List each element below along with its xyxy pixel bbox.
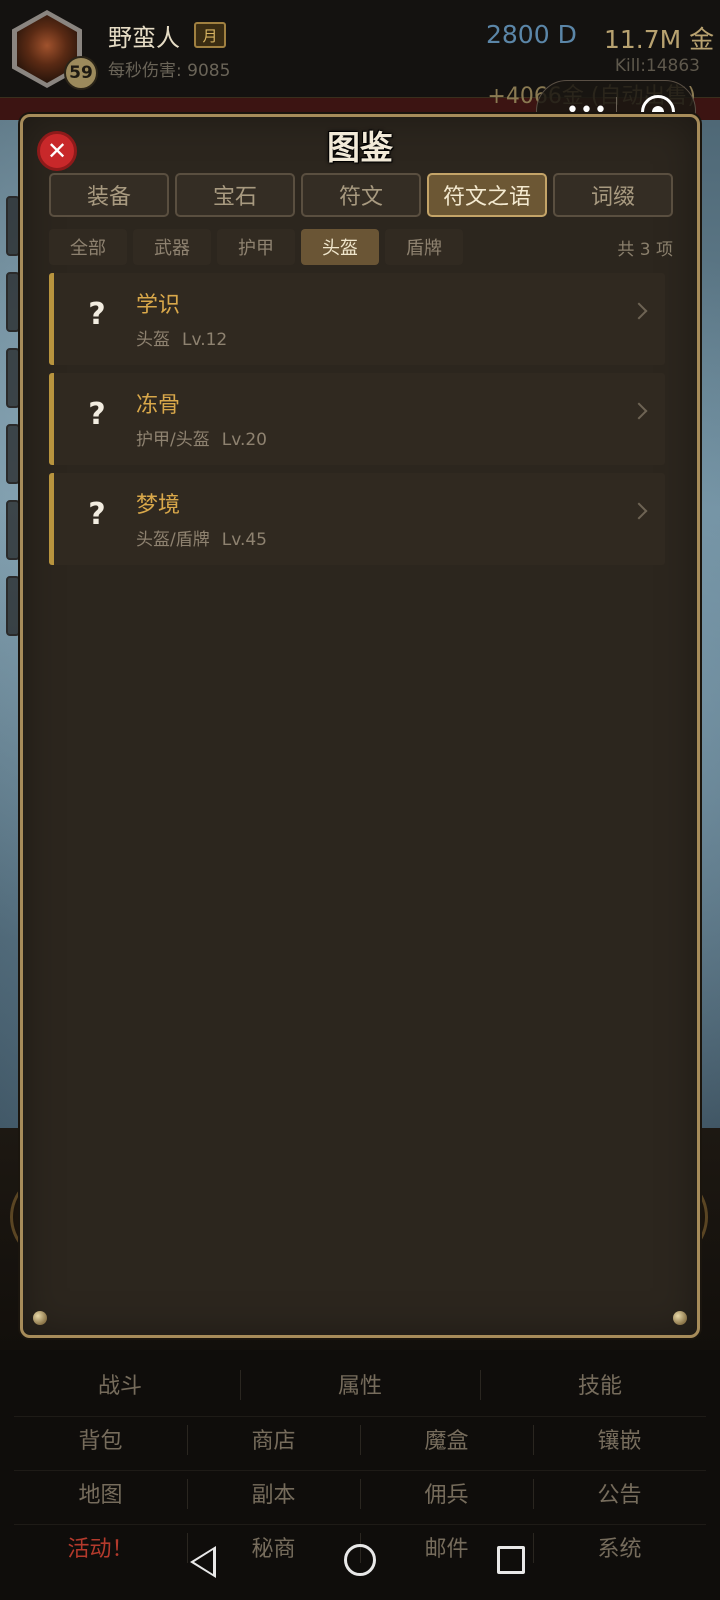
recent-apps-icon[interactable] [497, 1546, 525, 1574]
menu-socket[interactable]: 镶嵌 [533, 1417, 706, 1460]
entry-meta: 护甲/头盔 Lv.20 [136, 425, 267, 450]
entry-type: 护甲/头盔 [136, 430, 210, 450]
entry-name: 梦境 [136, 493, 181, 518]
unknown-icon: ? [88, 497, 106, 532]
filter-subtabs: 全部 武器 护甲 头盔 盾牌 [49, 229, 469, 265]
home-icon[interactable] [344, 1544, 376, 1576]
list-item[interactable]: ? 学识 头盔 Lv.12 [49, 273, 665, 365]
entry-meta: 头盔 Lv.12 [136, 325, 227, 350]
menu-dungeon[interactable]: 副本 [187, 1471, 360, 1514]
menu-system[interactable]: 系统 [533, 1525, 706, 1568]
chevron-right-icon [630, 402, 648, 420]
tab-gems[interactable]: 宝石 [175, 173, 295, 217]
entry-type: 头盔 [136, 330, 170, 350]
codex-modal: 图鉴 ✕ 装备 宝石 符文 符文之语 词缀 全部 武器 护甲 头盔 盾牌 共 3… [20, 114, 700, 1338]
runeword-list: ? 学识 头盔 Lv.12 ? 冻骨 护甲/头盔 Lv.20 ? 梦境 头盔/盾牌 L… [49, 273, 665, 573]
menu-attributes[interactable]: 属性 [240, 1362, 480, 1406]
menu-row: 背包 商店 魔盒 镶嵌 [14, 1416, 706, 1460]
currency-d: 2800 D [486, 20, 577, 49]
menu-events[interactable]: 活动！ [14, 1525, 187, 1568]
entry-name: 学识 [136, 293, 181, 318]
list-item[interactable]: ? 梦境 头盔/盾牌 Lv.45 [49, 473, 665, 565]
level-badge: 59 [64, 56, 98, 90]
entry-name: 冻骨 [136, 393, 181, 418]
side-tab[interactable] [6, 196, 20, 256]
tab-affixes[interactable]: 词缀 [553, 173, 673, 217]
subtab-weapon[interactable]: 武器 [133, 229, 211, 265]
menu-cube[interactable]: 魔盒 [360, 1417, 533, 1460]
chevron-right-icon [630, 502, 648, 520]
menu-shop[interactable]: 商店 [187, 1417, 360, 1460]
entry-meta: 头盔/盾牌 Lv.45 [136, 525, 267, 550]
corner-rivet [673, 1311, 687, 1325]
total-count: 共 3 项 [617, 240, 673, 260]
subtab-all[interactable]: 全部 [49, 229, 127, 265]
player-avatar[interactable]: 59 [12, 10, 98, 90]
side-tab[interactable] [6, 576, 20, 636]
back-icon[interactable] [190, 1546, 216, 1578]
side-tab[interactable] [6, 424, 20, 484]
menu-row: 地图 副本 佣兵 公告 [14, 1470, 706, 1514]
side-tab[interactable] [6, 500, 20, 560]
menu-backpack[interactable]: 背包 [14, 1417, 187, 1460]
subtab-helmet[interactable]: 头盔 [301, 229, 379, 265]
menu-row-main: 战斗 属性 技能 [0, 1362, 720, 1406]
menu-map[interactable]: 地图 [14, 1471, 187, 1514]
tab-equipment[interactable]: 装备 [49, 173, 169, 217]
kill-count: Kill:14863 [614, 56, 700, 76]
list-item[interactable]: ? 冻骨 护甲/头盔 Lv.20 [49, 373, 665, 465]
entry-level: Lv.12 [182, 330, 228, 350]
corner-rivet [33, 1311, 47, 1325]
unknown-icon: ? [88, 297, 106, 332]
entry-type: 头盔/盾牌 [136, 530, 210, 550]
close-button[interactable]: ✕ [37, 131, 77, 171]
menu-battle[interactable]: 战斗 [0, 1362, 240, 1406]
menu-skills[interactable]: 技能 [480, 1362, 720, 1406]
modal-title: 图鉴 [327, 128, 393, 167]
month-card-badge[interactable]: 月 [194, 22, 226, 48]
unknown-icon: ? [88, 397, 106, 432]
dps-readout: 每秒伤害: 9085 [108, 61, 231, 81]
side-tab[interactable] [6, 348, 20, 408]
menu-mercenary[interactable]: 佣兵 [360, 1471, 533, 1514]
category-tabs: 装备 宝石 符文 符文之语 词缀 [49, 173, 673, 217]
subtab-armor[interactable]: 护甲 [217, 229, 295, 265]
menu-announcement[interactable]: 公告 [533, 1471, 706, 1514]
entry-level: Lv.20 [221, 430, 267, 450]
tab-runewords[interactable]: 符文之语 [427, 173, 547, 217]
player-name: 野蛮人 [108, 24, 180, 52]
entry-level: Lv.45 [221, 530, 267, 550]
subtab-shield[interactable]: 盾牌 [385, 229, 463, 265]
chevron-right-icon [630, 302, 648, 320]
side-tab[interactable] [6, 272, 20, 332]
currency-gold: 11.7M 金 [604, 25, 715, 54]
tab-runes[interactable]: 符文 [301, 173, 421, 217]
